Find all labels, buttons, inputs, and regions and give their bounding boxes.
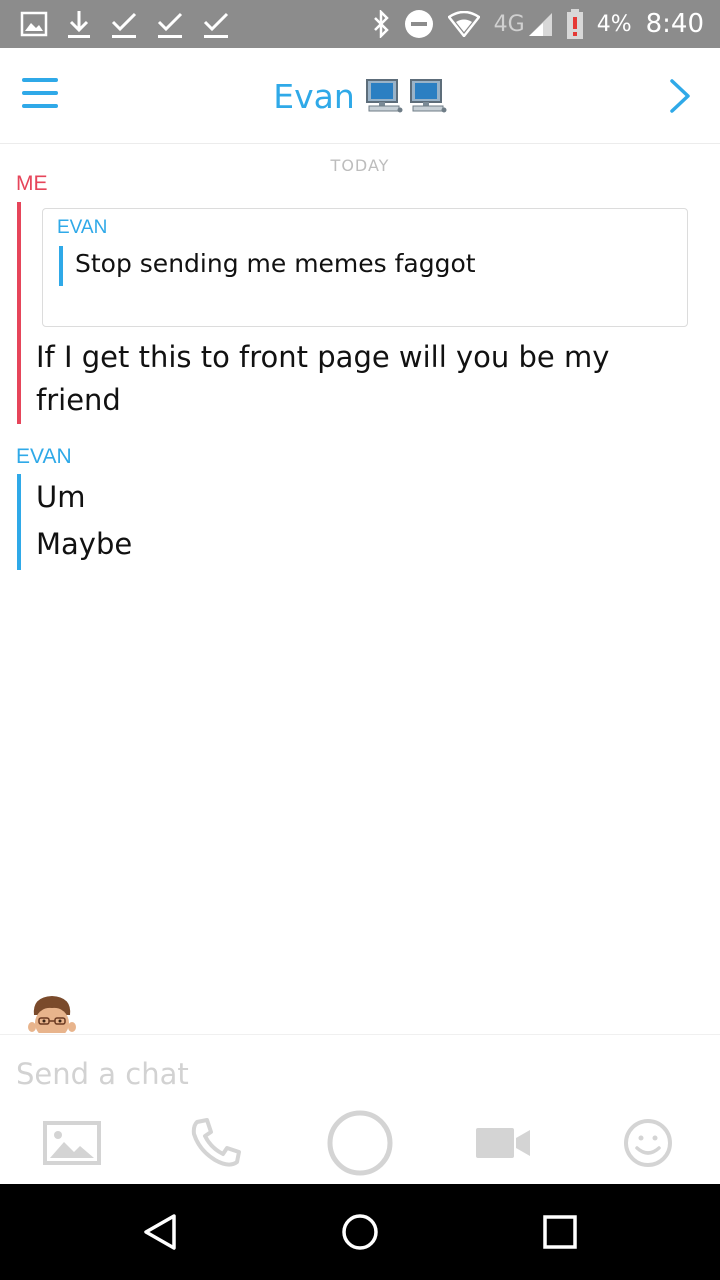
check-icon <box>156 8 184 40</box>
clock: 8:40 <box>645 9 704 39</box>
battery-alert-icon <box>566 8 583 40</box>
status-bar: 4G 4% 8:40 <box>0 0 720 48</box>
photo-button[interactable] <box>40 1112 104 1174</box>
network-type-label: 4G <box>493 11 525 37</box>
battery-percent: 4% <box>596 11 632 37</box>
photo-icon <box>43 1121 101 1165</box>
image-notification-icon <box>20 8 48 40</box>
recents-button[interactable] <box>538 1210 582 1254</box>
message-evan[interactable]: Maybe <box>36 523 132 566</box>
friend-bitmoji-avatar <box>28 993 76 1033</box>
chat-title-area[interactable]: Evan <box>0 72 720 120</box>
video-call-button[interactable] <box>472 1112 534 1174</box>
home-button[interactable] <box>338 1210 382 1254</box>
video-icon <box>476 1128 530 1158</box>
sender-label-me: ME <box>16 172 48 195</box>
computer-emoji-icon <box>365 78 447 114</box>
do-not-disturb-icon <box>404 8 434 40</box>
download-icon <box>66 8 92 40</box>
message-me[interactable]: If I get this to front page will you be … <box>36 336 676 422</box>
chat-header: Evan <box>0 48 720 144</box>
quoted-message[interactable]: EVAN Stop sending me memes faggot <box>42 208 688 327</box>
bluetooth-icon <box>372 8 390 40</box>
chat-screen: 4G 4% 8:40 Evan TODAY ME EVAN Stop sendi… <box>0 0 720 1280</box>
chat-title: Evan <box>273 76 355 116</box>
message-evan[interactable]: Um <box>36 476 85 519</box>
home-icon <box>342 1214 378 1250</box>
signal-icon: 4G <box>494 8 553 40</box>
phone-icon <box>191 1118 241 1167</box>
sender-label-evan: EVAN <box>16 445 72 468</box>
sender-bar-evan <box>17 474 21 570</box>
check-icon <box>202 8 230 40</box>
sender-bar-me <box>17 202 21 424</box>
system-nav-bar <box>0 1184 720 1280</box>
sticker-button[interactable] <box>620 1112 676 1174</box>
emoji-icon <box>624 1119 672 1167</box>
wifi-icon <box>447 8 480 40</box>
call-button[interactable] <box>186 1112 246 1174</box>
quote-bar <box>59 246 63 286</box>
back-button[interactable] <box>138 1210 182 1254</box>
capture-button[interactable] <box>326 1110 394 1176</box>
check-icon <box>110 8 138 40</box>
capture-button-icon <box>327 1110 393 1176</box>
recents-icon <box>543 1215 577 1249</box>
open-camera-button[interactable] <box>668 78 692 114</box>
status-notifications <box>20 8 230 40</box>
back-icon <box>144 1214 176 1250</box>
quoted-text: Stop sending me memes faggot <box>75 249 476 278</box>
composer-divider <box>0 1034 720 1035</box>
status-system: 4G 4% 8:40 <box>372 8 704 40</box>
date-divider: TODAY <box>330 156 390 175</box>
chevron-right-icon <box>670 79 690 113</box>
chat-input[interactable] <box>16 1052 706 1096</box>
quoted-sender: EVAN <box>57 217 108 238</box>
